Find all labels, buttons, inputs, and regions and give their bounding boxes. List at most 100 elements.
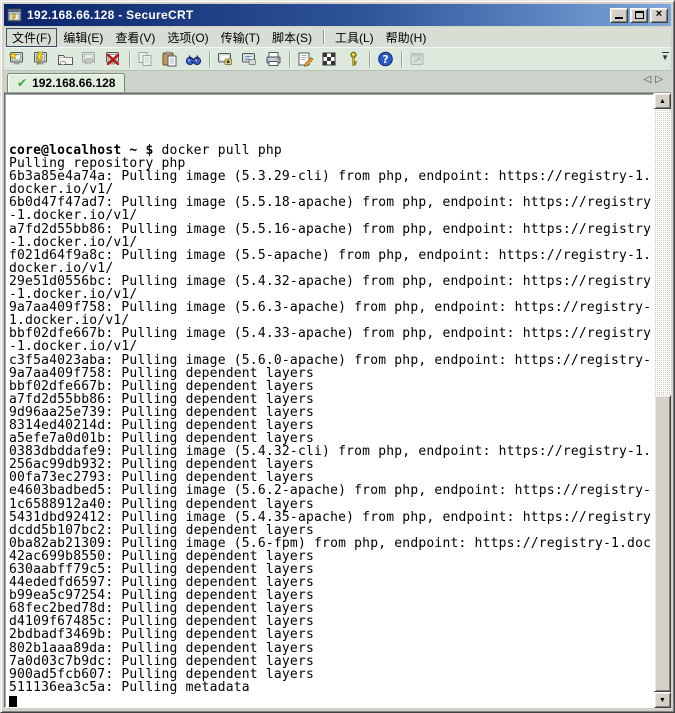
terminal-cursor-line	[9, 694, 653, 707]
log-session-icon	[217, 51, 234, 67]
paste-button[interactable]	[158, 49, 181, 70]
menu-item[interactable]: 帮助(H)	[380, 28, 433, 47]
disconnect-icon	[105, 51, 122, 67]
terminal-screen[interactable]: core@localhost ~ $ docker pull php Pulli…	[4, 93, 654, 708]
global-options-icon	[321, 51, 338, 67]
terminal-line: 2bdbadf3469b: Pulling dependent layers	[9, 628, 653, 641]
terminal-line: 5431dbd92412: Pulling image (5.4.35-apac…	[9, 511, 653, 524]
quick-connect-button[interactable]	[6, 49, 29, 70]
terminal-line: -1.docker.io/v1/	[9, 236, 653, 249]
menu-item[interactable]: 编辑(E)	[57, 28, 109, 47]
connected-check-icon: ✔	[17, 77, 27, 89]
terminal-line: a7fd2d55bb86: Pulling dependent layers	[9, 393, 653, 406]
terminal-line: docker.io/v1/	[9, 262, 653, 275]
minimize-icon	[615, 12, 623, 19]
connect-icon	[33, 51, 50, 67]
terminal-line: 900ad5fcb607: Pulling dependent layers	[9, 668, 653, 681]
vertical-scrollbar[interactable]: ▲ ▼	[654, 93, 671, 708]
terminal-area: core@localhost ~ $ docker pull php Pulli…	[4, 93, 671, 708]
print-button[interactable]	[262, 49, 285, 70]
terminal-line: f021d64f9a8c: Pulling image (5.5-apache)…	[9, 249, 653, 262]
title-bar[interactable]: 192.168.66.128 - SecureCRT ×	[4, 4, 671, 26]
session-options-button[interactable]	[294, 49, 317, 70]
chevron-down-icon: ▼	[661, 53, 669, 62]
reconnect-button	[78, 49, 101, 70]
window-title: 192.168.66.128 - SecureCRT	[27, 8, 606, 22]
scrollbar-thumb[interactable]	[654, 395, 671, 692]
toolbar-separator	[209, 51, 210, 68]
terminal-line: 7a0d03c7b9dc: Pulling dependent layers	[9, 655, 653, 668]
tab-scroll-right-icon[interactable]: ▷	[655, 74, 667, 85]
terminal-blank-space	[9, 96, 653, 144]
arrow-down-icon: ▼	[659, 697, 666, 704]
terminal-lines: Pulling repository php6b3a85e4a74a: Pull…	[9, 157, 653, 694]
close-button[interactable]: ×	[650, 8, 668, 23]
menu-item[interactable]: 传输(T)	[215, 28, 266, 47]
menu-bar: 文件(F)编辑(E)查看(V)选项(O)传输(T)脚本(S) 工具(L)帮助(H)	[4, 27, 671, 47]
scroll-up-button[interactable]: ▲	[654, 93, 671, 109]
raw-log-button[interactable]	[238, 49, 261, 70]
toolbar-separator	[129, 51, 130, 68]
help-icon: ?	[377, 51, 394, 67]
log-session-button[interactable]	[214, 49, 237, 70]
terminal-line: dcdd5b107bc2: Pulling dependent layers	[9, 524, 653, 537]
tab-scroll-left-icon[interactable]: ◁	[644, 74, 656, 85]
connect-in-tab-button[interactable]	[54, 49, 77, 70]
securecrt-window: 192.168.66.128 - SecureCRT × 文件(F)编辑(E)查…	[0, 0, 675, 713]
terminal-line: 9a7aa409f758: Pulling dependent layers	[9, 367, 653, 380]
session-tab[interactable]: ✔ 192.168.66.128	[7, 73, 125, 92]
quick-connect-icon	[9, 51, 26, 67]
menu-item[interactable]: 脚本(S)	[266, 28, 318, 47]
terminal-line: c3f5a4023aba: Pulling image (5.6.0-apach…	[9, 354, 653, 367]
terminal-line: a7fd2d55bb86: Pulling image (5.5.16-apac…	[9, 223, 653, 236]
reconnect-icon	[81, 51, 98, 67]
terminal-cursor	[9, 696, 17, 708]
maximize-icon	[635, 11, 644, 19]
scrollbar-track[interactable]	[654, 109, 671, 692]
terminal-line: 1c6588912a40: Pulling dependent layers	[9, 498, 653, 511]
global-options-button[interactable]	[318, 49, 341, 70]
menu-item[interactable]: 工具(L)	[329, 28, 380, 47]
toolbar-separator	[369, 51, 370, 68]
toolbar-overflow-button[interactable]: ▼	[661, 52, 669, 62]
menu-item[interactable]: 查看(V)	[109, 28, 161, 47]
terminal-line: 802b1aaa89da: Pulling dependent layers	[9, 642, 653, 655]
connect-in-tab-icon	[57, 51, 74, 67]
find-button[interactable]	[182, 49, 205, 70]
terminal-line: e4603badbed5: Pulling image (5.6.2-apach…	[9, 484, 653, 497]
key-agent-button[interactable]	[342, 49, 365, 70]
terminal-line: bbf02dfe667b: Pulling dependent layers	[9, 380, 653, 393]
securecrt-app-icon	[7, 8, 23, 23]
menu-item[interactable]: 文件(F)	[6, 28, 57, 47]
session-options-icon	[297, 51, 314, 67]
arrow-up-icon: ▲	[659, 98, 666, 105]
help-button[interactable]: ?	[374, 49, 397, 70]
close-icon: ×	[656, 9, 662, 20]
disconnect-button[interactable]	[102, 49, 125, 70]
menu-item[interactable]: 选项(O)	[161, 28, 214, 47]
scroll-down-button[interactable]: ▼	[654, 692, 671, 708]
raw-log-icon	[241, 51, 258, 67]
key-agent-icon	[345, 51, 362, 67]
terminal-line: 9d96aa25e739: Pulling dependent layers	[9, 406, 653, 419]
toolbar: ?▼	[4, 47, 671, 71]
securefx-icon	[409, 51, 426, 67]
menu-separator	[323, 30, 324, 44]
terminal-line: 511136ea3c5a: Pulling metadata	[9, 681, 653, 694]
tab-scroll-arrows: ◁▷	[644, 74, 667, 85]
toolbar-separator	[289, 51, 290, 68]
copy-icon	[137, 51, 154, 67]
toolbar-separator	[401, 51, 402, 68]
terminal-line: -1.docker.io/v1/	[9, 209, 653, 222]
print-icon	[265, 51, 282, 67]
minimize-button[interactable]	[610, 8, 628, 23]
paste-icon	[161, 51, 178, 67]
svg-text:?: ?	[382, 54, 388, 66]
terminal-line: -1.docker.io/v1/	[9, 340, 653, 353]
session-tab-label: 192.168.66.128	[32, 76, 115, 90]
tab-strip: ✔ 192.168.66.128 ◁▷	[4, 71, 671, 93]
copy-button	[134, 49, 157, 70]
connect-button[interactable]	[30, 49, 53, 70]
terminal-line: 0ba82ab21309: Pulling image (5.6-fpm) fr…	[9, 537, 653, 550]
maximize-button[interactable]	[630, 8, 648, 23]
